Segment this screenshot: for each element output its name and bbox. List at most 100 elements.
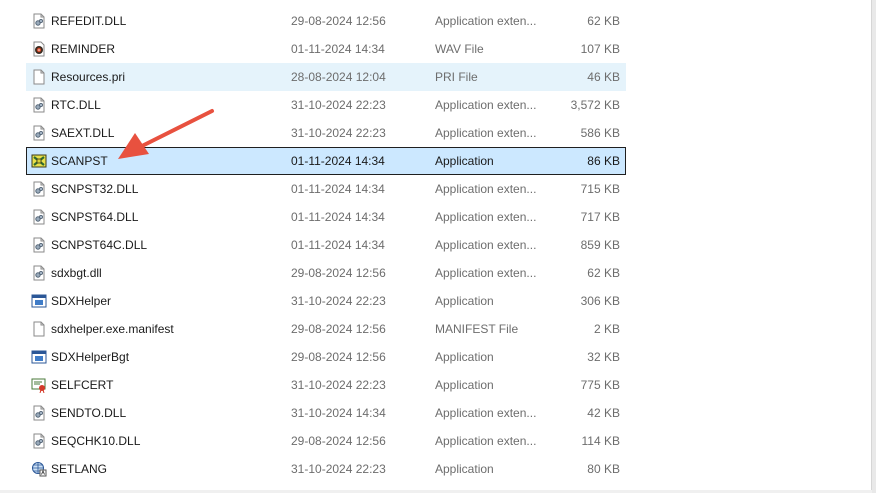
file-type: Application exten... [435, 434, 537, 448]
file-size: 86 KB [587, 154, 620, 168]
dll-icon [27, 259, 51, 287]
file-size: 107 KB [580, 42, 620, 56]
blank-file-icon [27, 63, 51, 91]
file-date: 31-10-2024 22:23 [291, 378, 386, 392]
app-window-icon [27, 343, 51, 371]
file-size: 114 KB [581, 434, 620, 448]
file-list: REFEDIT.DLL 29-08-2024 12:56 Application… [26, 7, 626, 483]
file-size: 2 KB [593, 322, 620, 336]
app-window-icon [27, 287, 51, 315]
file-type: Application exten... [435, 14, 537, 28]
file-type: Application exten... [435, 238, 537, 252]
file-size: 42 KB [587, 406, 620, 420]
audio-file-icon [27, 35, 51, 63]
file-name: SCNPST64.DLL [51, 210, 139, 224]
file-type: Application exten... [435, 98, 537, 112]
file-name: SETLANG [51, 462, 108, 476]
file-name: sdxhelper.exe.manifest [51, 322, 174, 336]
file-name: REMINDER [51, 42, 116, 56]
file-date: 01-11-2024 14:34 [291, 210, 385, 224]
file-type: Application exten... [435, 266, 537, 280]
file-type: Application [435, 378, 494, 392]
file-name: SCANPST [51, 154, 108, 168]
file-date: 29-08-2024 12:56 [291, 322, 386, 336]
file-size: 3,572 KB [570, 98, 620, 112]
file-size: 62 KB [587, 266, 620, 280]
window-right-border [871, 0, 876, 493]
file-row-selected[interactable]: SCANPST 01-11-2024 14:34 Application 86 … [26, 147, 626, 175]
file-name: SENDTO.DLL [51, 406, 127, 420]
dll-icon [27, 203, 51, 231]
file-row[interactable]: SDXHelperBgt 29-08-2024 12:56 Applicatio… [26, 343, 626, 371]
file-type: Application exten... [435, 126, 537, 140]
file-row[interactable]: SCNPST64C.DLL 01-11-2024 14:34 Applicati… [26, 231, 626, 259]
file-row[interactable]: SCNPST32.DLL 01-11-2024 14:34 Applicatio… [26, 175, 626, 203]
dll-icon [27, 175, 51, 203]
file-type: Application [435, 350, 494, 364]
file-name: SDXHelperBgt [51, 350, 130, 364]
file-size: 32 KB [587, 350, 620, 364]
dll-icon [27, 231, 51, 259]
file-name: SCNPST64C.DLL [51, 238, 148, 252]
file-row[interactable]: SENDTO.DLL 31-10-2024 14:34 Application … [26, 399, 626, 427]
dll-icon [27, 399, 51, 427]
file-type: Application exten... [435, 210, 537, 224]
file-date: 31-10-2024 14:34 [291, 406, 386, 420]
file-type: MANIFEST File [435, 322, 519, 336]
file-type: Application [435, 462, 494, 476]
language-globe-icon [27, 455, 51, 483]
dll-icon [27, 91, 51, 119]
file-size: 715 KB [580, 182, 620, 196]
file-size: 46 KB [587, 70, 620, 84]
file-row[interactable]: SCNPST64.DLL 01-11-2024 14:34 Applicatio… [26, 203, 626, 231]
file-row[interactable]: RTC.DLL 31-10-2024 22:23 Application ext… [26, 91, 626, 119]
file-name: SCNPST32.DLL [51, 182, 139, 196]
file-size: 775 KB [580, 378, 620, 392]
file-row[interactable]: SETLANG 31-10-2024 22:23 Application 80 … [26, 455, 626, 483]
file-row[interactable]: SAEXT.DLL 31-10-2024 22:23 Application e… [26, 119, 626, 147]
file-name: Resources.pri [51, 70, 126, 84]
file-name: SDXHelper [51, 294, 112, 308]
file-name: REFEDIT.DLL [51, 14, 127, 28]
file-type: PRI File [435, 70, 478, 84]
file-row[interactable]: sdxbgt.dll 29-08-2024 12:56 Application … [26, 259, 626, 287]
file-date: 31-10-2024 22:23 [291, 462, 386, 476]
certificate-icon [27, 371, 51, 399]
dll-icon [27, 119, 51, 147]
file-date: 01-11-2024 14:34 [291, 182, 385, 196]
file-name: sdxbgt.dll [51, 266, 102, 280]
file-row[interactable]: SELFCERT 31-10-2024 22:23 Application 77… [26, 371, 626, 399]
file-date: 31-10-2024 22:23 [291, 98, 386, 112]
file-row[interactable]: REFEDIT.DLL 29-08-2024 12:56 Application… [26, 7, 626, 35]
dll-icon [27, 7, 51, 35]
file-type: WAV File [435, 42, 484, 56]
file-name: RTC.DLL [51, 98, 101, 112]
file-type: Application exten... [435, 182, 537, 196]
file-name: SELFCERT [51, 378, 114, 392]
file-row[interactable]: sdxhelper.exe.manifest 29-08-2024 12:56 … [26, 315, 626, 343]
file-type: Application exten... [435, 406, 537, 420]
file-date: 29-08-2024 12:56 [291, 350, 386, 364]
file-row[interactable]: SEQCHK10.DLL 29-08-2024 12:56 Applicatio… [26, 427, 626, 455]
file-row[interactable]: REMINDER 01-11-2024 14:34 WAV File 107 K… [26, 35, 626, 63]
blank-file-icon [27, 315, 51, 343]
file-size: 586 KB [580, 126, 620, 140]
file-row-hover[interactable]: Resources.pri 28-08-2024 12:04 PRI File … [26, 63, 626, 91]
file-type: Application [435, 294, 494, 308]
file-size: 306 KB [580, 294, 620, 308]
file-date: 28-08-2024 12:04 [291, 70, 386, 84]
file-type: Application [435, 154, 494, 168]
file-date: 01-11-2024 14:34 [291, 154, 385, 168]
file-row[interactable]: SDXHelper 31-10-2024 22:23 Application 3… [26, 287, 626, 315]
file-date: 29-08-2024 12:56 [291, 266, 386, 280]
file-size: 80 KB [587, 462, 620, 476]
file-date: 01-11-2024 14:34 [291, 238, 385, 252]
file-date: 31-10-2024 22:23 [291, 126, 386, 140]
file-date: 29-08-2024 12:56 [291, 14, 386, 28]
file-size: 62 KB [587, 14, 620, 28]
file-size: 859 KB [580, 238, 620, 252]
dll-icon [27, 427, 51, 455]
file-date: 01-11-2024 14:34 [291, 42, 385, 56]
scanpst-app-icon [27, 147, 51, 175]
file-name: SEQCHK10.DLL [51, 434, 141, 448]
